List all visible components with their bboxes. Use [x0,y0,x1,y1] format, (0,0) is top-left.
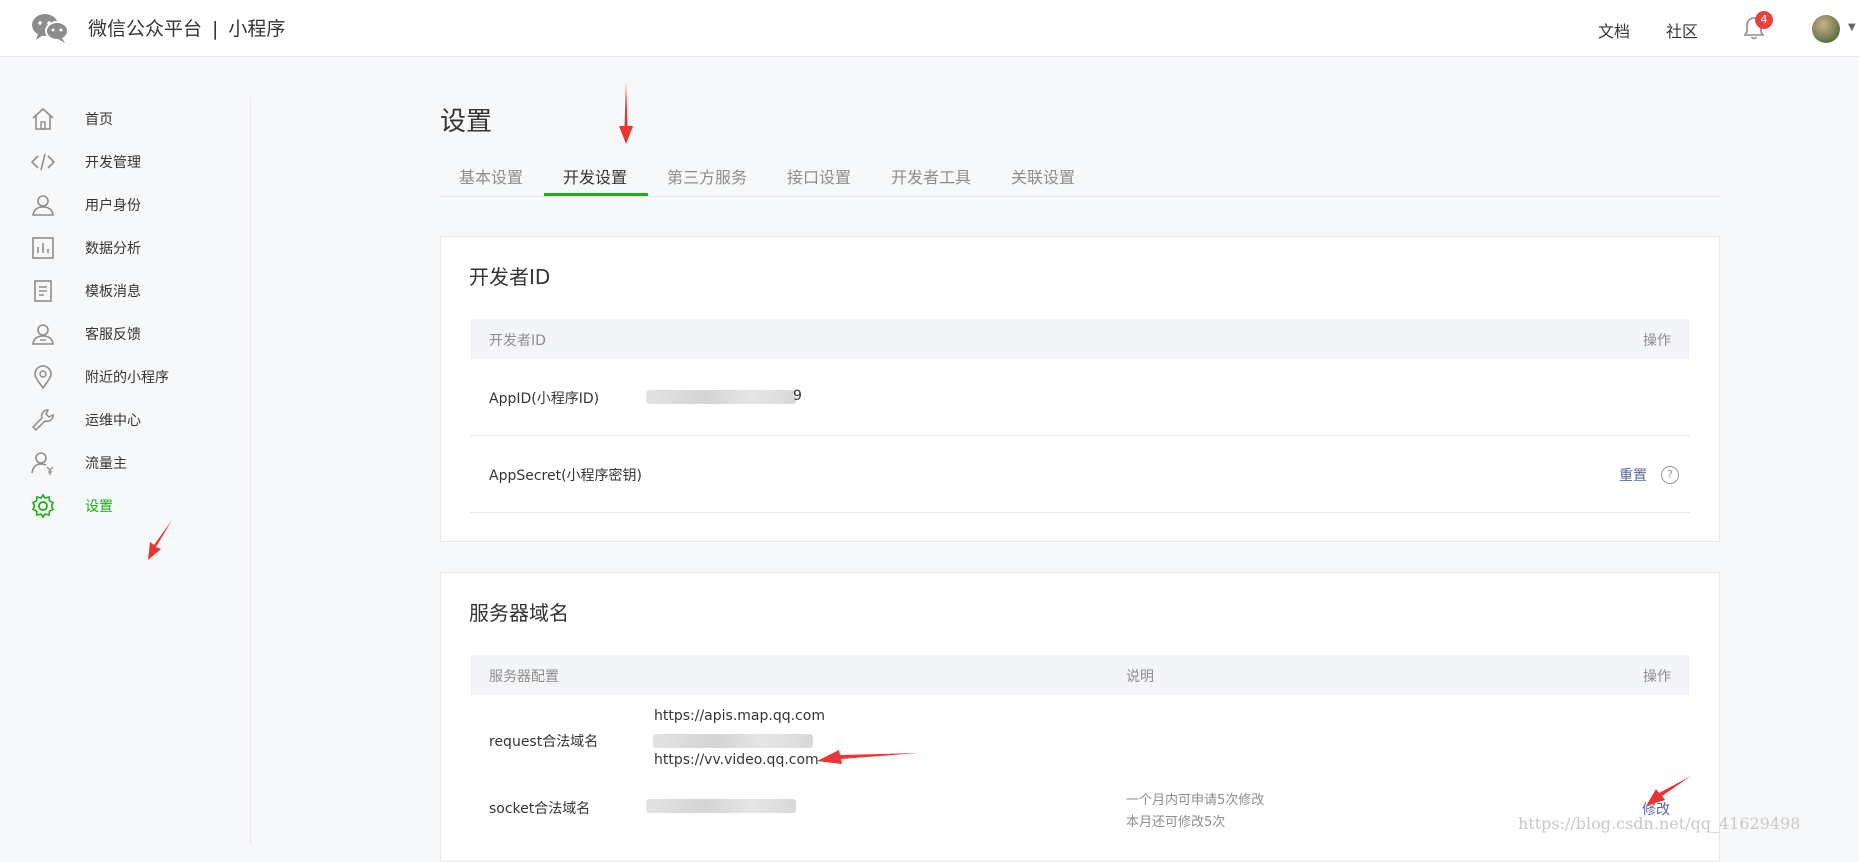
tab-dev-settings[interactable]: 开发设置 [563,164,627,188]
developer-id-card: 开发者ID 开发者ID 操作 AppID(小程序ID) 9 AppSecret(… [440,236,1720,542]
developer-id-table-header: 开发者ID 操作 [470,319,1690,359]
sidebar-item-ops-center[interactable]: 运维中心 [30,405,230,435]
tab-interface-settings[interactable]: 接口设置 [787,164,851,188]
row-divider [470,435,1690,436]
annotation-arrow-icon [148,520,172,560]
column-header-action: 操作 [1643,669,1671,685]
column-header-description: 说明 [1126,669,1154,685]
appid-label: AppID(小程序ID) [489,391,600,407]
active-tab-indicator [544,193,648,196]
brand-name: 微信公众平台 [88,18,203,40]
sidebar-item-home[interactable]: 首页 [30,104,230,134]
avatar[interactable] [1812,15,1840,43]
help-icon[interactable]: ? [1661,466,1679,484]
appid-value-suffix: 9 [793,388,802,404]
sidebar-item-dev-management[interactable]: 开发管理 [30,147,230,177]
sidebar-item-label: 模板消息 [85,284,141,300]
column-header-server-config: 服务器配置 [489,669,559,685]
sidebar-item-label: 运维中心 [85,413,141,429]
request-domain-value: https://apis.map.qq.com [654,708,825,724]
column-header-action: 操作 [1643,333,1671,349]
sidebar-item-label: 数据分析 [85,241,141,257]
docs-link[interactable]: 文档 [1598,18,1630,42]
community-link[interactable]: 社区 [1666,18,1698,42]
product-name: 小程序 [228,18,286,40]
sidebar-item-label: 流量主 [85,456,127,472]
server-domain-table-header: 服务器配置 说明 操作 [470,655,1690,695]
notification-badge: 4 [1755,11,1773,29]
page-title: 设置 [440,107,493,137]
settings-tabs: 基本设置 开发设置 第三方服务 接口设置 开发者工具 关联设置 [440,158,1720,197]
request-domain-value: https://vv.video.qq.com [654,752,819,768]
sidebar-item-data-analysis[interactable]: 数据分析 [30,233,230,263]
annotation-arrow-icon [817,750,919,764]
sidebar-item-label: 首页 [85,112,113,128]
sidebar-item-label: 附近的小程序 [85,370,169,386]
location-icon [34,365,52,390]
sidebar-item-label: 开发管理 [85,155,141,171]
sidebar-item-settings[interactable]: 设置 [30,491,230,521]
row-divider [470,512,1690,513]
wechat-logo-icon[interactable] [30,12,70,44]
tab-third-party-services[interactable]: 第三方服务 [667,164,747,188]
sidebar-divider [250,97,251,845]
support-icon [32,324,54,345]
brand-title[interactable]: 微信公众平台 | 小程序 [88,14,285,41]
request-domain-redacted [653,734,813,748]
tab-related-settings[interactable]: 关联设置 [1011,164,1075,188]
user-yen-icon [31,452,54,475]
reset-secret-link[interactable]: 重置 [1619,465,1647,485]
sidebar-item-nearby-mini-programs[interactable]: 附近的小程序 [30,362,230,392]
sidebar-item-user-identity[interactable]: 用户身份 [30,190,230,220]
brand-separator: | [212,18,219,40]
annotation-arrow-icon [1646,776,1691,806]
server-domain-title: 服务器域名 [469,601,569,625]
socket-domain-redacted [646,799,796,813]
chevron-down-icon[interactable]: ▼ [1848,22,1856,33]
modify-remaining-note: 本月还可修改5次 [1126,815,1226,830]
sidebar: 首页 开发管理 用户身份 数据分析 模板消息 客服反馈 附近的小程序 运维中心 … [0,57,250,845]
gear-icon [31,493,55,519]
watermark: https://blog.csdn.net/qq_41629498 [1518,814,1801,833]
annotation-arrow-icon [619,82,633,144]
sidebar-item-label: 客服反馈 [85,327,141,343]
top-bar: 微信公众平台 | 小程序 文档 社区 4 ▼ [0,0,1859,57]
sidebar-item-customer-feedback[interactable]: 客服反馈 [30,319,230,349]
column-header-developer-id: 开发者ID [489,333,546,349]
modify-limit-note: 一个月内可申请5次修改 [1126,793,1265,808]
socket-domain-label: socket合法域名 [489,801,591,817]
appsecret-label: AppSecret(小程序密钥) [489,468,643,484]
home-icon [32,107,54,130]
developer-id-title: 开发者ID [469,265,551,289]
document-icon [34,280,52,302]
tab-developer-tools[interactable]: 开发者工具 [891,164,971,188]
tab-basic-settings[interactable]: 基本设置 [459,164,523,188]
sidebar-item-template-messages[interactable]: 模板消息 [30,276,230,306]
appid-value-redacted [646,390,796,404]
user-icon [32,195,54,216]
sidebar-item-traffic-owner[interactable]: 流量主 [30,448,230,478]
request-domain-label: request合法域名 [489,734,599,750]
chart-icon [32,237,54,259]
sidebar-item-label: 设置 [85,499,113,515]
wrench-icon [31,409,54,432]
sidebar-item-label: 用户身份 [85,198,141,214]
code-icon [30,153,56,171]
